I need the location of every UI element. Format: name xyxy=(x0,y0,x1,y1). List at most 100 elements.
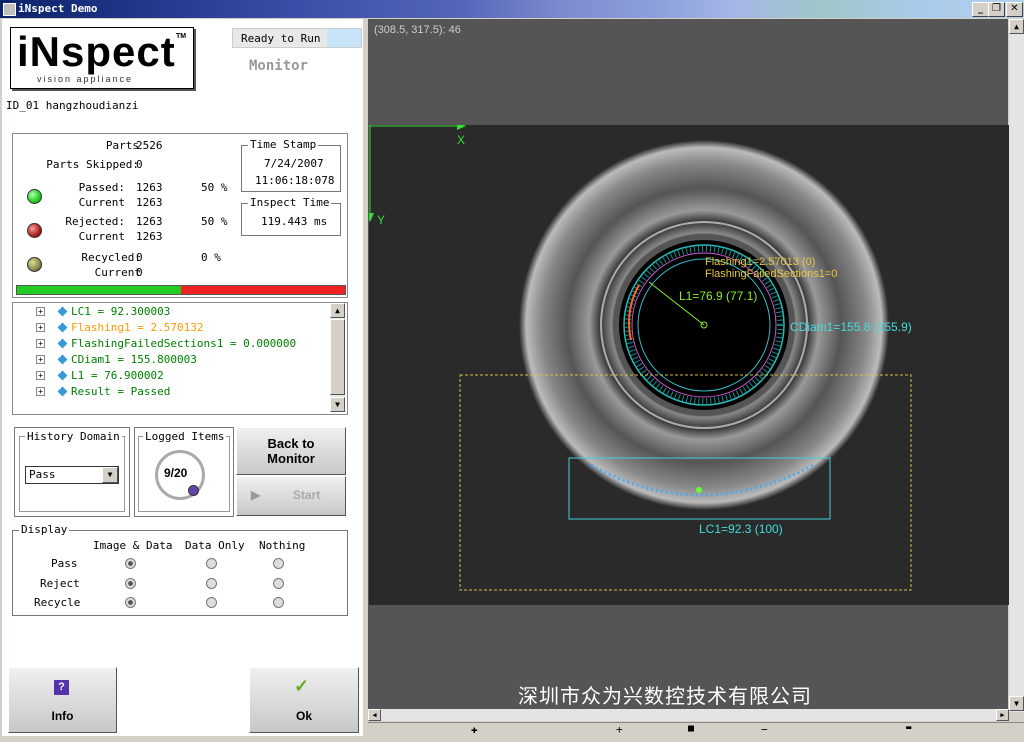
minimize-button[interactable]: _ xyxy=(972,2,989,17)
passed-percent: 50 % xyxy=(201,181,228,194)
scroll-up-icon[interactable]: ▲ xyxy=(1009,19,1024,34)
scroll-left-icon[interactable]: ◀ xyxy=(368,709,381,721)
radio-pass-nothing[interactable] xyxy=(273,558,284,569)
tree-item-text: Result = Passed xyxy=(71,385,171,398)
timestamp-group: Time Stamp 7/24/2007 11:06:18:078 xyxy=(241,138,341,192)
mode-label: Monitor xyxy=(249,58,309,74)
recycled-label: Recycled: xyxy=(81,251,141,264)
reject-led-icon xyxy=(27,223,42,238)
radio-reject-image-data[interactable] xyxy=(125,578,136,589)
display-col-data-only: Data Only xyxy=(185,539,245,552)
start-button[interactable]: ▶ Start xyxy=(236,476,346,516)
rejected-current-label: Current xyxy=(78,230,125,243)
inspect-time-title: Inspect Time xyxy=(248,196,332,209)
recycled-current-label: Current xyxy=(94,266,141,279)
radio-reject-data-only[interactable] xyxy=(206,578,217,589)
diamond-icon xyxy=(57,370,68,381)
zoom-out-large-icon[interactable]: ▬ xyxy=(906,723,911,733)
scroll-thumb[interactable] xyxy=(330,319,345,395)
image-vertical-scrollbar[interactable]: ▲ ▼ xyxy=(1009,19,1024,712)
chevron-down-icon[interactable]: ▼ xyxy=(102,467,118,483)
history-domain-select[interactable]: Pass ▼ xyxy=(25,466,119,484)
scroll-down-icon[interactable]: ▼ xyxy=(330,397,345,412)
expand-icon[interactable]: + xyxy=(36,339,45,348)
tree-item-text: CDiam1 = 155.800003 xyxy=(71,353,197,366)
inspect-logo: iNspect TM vision appliance xyxy=(10,27,194,89)
tree-item-text: Flashing1 = 2.570132 xyxy=(71,321,204,334)
zoom-in-large-icon[interactable]: ✚ xyxy=(471,723,478,736)
close-button[interactable]: ✕ xyxy=(1006,2,1023,17)
logged-items-group: Logged Items 9/20 xyxy=(134,427,234,517)
lc1-label: LC1=92.3 (100) xyxy=(699,522,783,536)
expand-icon[interactable]: + xyxy=(36,371,45,380)
history-domain-value: Pass xyxy=(29,468,56,481)
expand-icon[interactable]: + xyxy=(36,323,45,332)
rejected-value: 1263 xyxy=(136,215,163,228)
rejected-label: Rejected: xyxy=(65,215,125,228)
info-button[interactable]: ? Info xyxy=(8,667,117,733)
back-to-monitor-button[interactable]: Back to Monitor xyxy=(236,427,346,475)
logged-items-gauge: 9/20 xyxy=(155,450,205,500)
expand-icon[interactable]: + xyxy=(36,387,45,396)
recycled-percent: 0 % xyxy=(201,251,221,264)
l1-label: L1=76.9 (77.1) xyxy=(679,289,758,303)
rejected-percent: 50 % xyxy=(201,215,228,228)
expand-icon[interactable]: + xyxy=(36,307,45,316)
back-to-monitor-label: Back to Monitor xyxy=(267,436,315,466)
rejected-current-value: 1263 xyxy=(136,230,163,243)
radio-reject-nothing[interactable] xyxy=(273,578,284,589)
passed-current-label: Current xyxy=(78,196,125,209)
app-icon xyxy=(3,3,16,16)
axis-y-label: Y xyxy=(377,213,386,227)
zoom-in-small-icon[interactable]: + xyxy=(616,723,623,736)
timestamp-title: Time Stamp xyxy=(248,138,319,151)
tree-scrollbar[interactable]: ▲ ▼ xyxy=(330,303,345,412)
cdiam-label: CDiam1=155.8 (155.9) xyxy=(790,320,912,334)
timestamp-time: 11:06:18:078 xyxy=(255,174,335,187)
display-row-reject: Reject xyxy=(40,577,80,590)
display-row-pass: Pass xyxy=(51,557,78,570)
recycled-value: 0 xyxy=(136,251,143,264)
diamond-icon xyxy=(57,306,68,317)
play-icon: ▶ xyxy=(251,488,261,502)
radio-pass-image-data[interactable] xyxy=(125,558,136,569)
cursor-coordinates: (308.5, 317.5): 46 xyxy=(374,24,461,36)
logged-items-title: Logged Items xyxy=(143,430,227,443)
recycled-current-value: 0 xyxy=(136,266,143,279)
skipped-value: 0 xyxy=(136,158,143,171)
radio-pass-data-only[interactable] xyxy=(206,558,217,569)
diamond-icon xyxy=(57,338,68,349)
flashing-label: Flashing1=2.57013 (0) xyxy=(705,256,816,268)
statistics-panel: Parts 2526 Parts Skipped: 0 Passed: 1263… xyxy=(12,133,348,298)
diamond-icon xyxy=(57,386,68,397)
restore-button[interactable]: ❐ xyxy=(988,2,1005,17)
recycle-led-icon xyxy=(27,257,42,272)
window-title: iNspect Demo xyxy=(18,2,98,15)
scroll-down-icon[interactable]: ▼ xyxy=(1009,696,1024,711)
zoom-out-small-icon[interactable]: − xyxy=(761,723,768,736)
image-horizontal-scrollbar[interactable]: ◀ ▶ xyxy=(368,709,1009,721)
tree-item-text: LC1 = 92.300003 xyxy=(71,305,171,318)
tree-item-text: L1 = 76.900002 xyxy=(71,369,164,382)
scroll-up-icon[interactable]: ▲ xyxy=(330,303,345,318)
company-watermark: 深圳市众为兴数控技术有限公司 xyxy=(518,684,812,708)
inspection-image[interactable]: X Y Flashing1=2.57013 (0) FlashingFailed… xyxy=(369,125,1009,605)
pass-led-icon xyxy=(27,189,42,204)
scroll-right-icon[interactable]: ▶ xyxy=(996,709,1009,721)
radio-recycle-image-data[interactable] xyxy=(125,597,136,608)
diamond-icon xyxy=(57,354,68,365)
zoom-reset-icon[interactable]: ■ xyxy=(688,723,694,734)
id-line: ID_01 hangzhoudianzi xyxy=(6,99,139,112)
inspection-overlay xyxy=(369,125,912,591)
radio-recycle-nothing[interactable] xyxy=(273,597,284,608)
ok-button[interactable]: ✓ Ok xyxy=(249,667,359,733)
diamond-icon xyxy=(57,322,68,333)
results-tree[interactable]: + LC1 = 92.300003 + Flashing1 = 2.570132… xyxy=(12,302,348,415)
radio-recycle-data-only[interactable] xyxy=(206,597,217,608)
status-indicator: Ready to Run xyxy=(232,28,362,48)
display-col-nothing: Nothing xyxy=(259,539,306,552)
tree-item-text: FlashingFailedSections1 = 0.000000 xyxy=(71,337,297,350)
pass-reject-progress-bar xyxy=(16,285,346,295)
expand-icon[interactable]: + xyxy=(36,355,45,364)
parts-label: Parts xyxy=(105,139,139,152)
